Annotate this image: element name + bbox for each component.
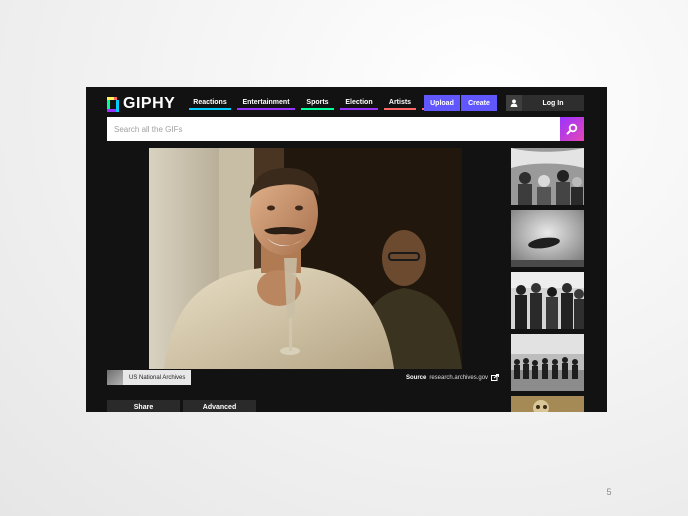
related-gif-thumbnail[interactable] bbox=[511, 334, 584, 391]
source-link[interactable]: Source research.archives.gov bbox=[406, 374, 500, 381]
search-icon bbox=[566, 123, 578, 135]
related-gif-image bbox=[511, 396, 584, 412]
search-bar bbox=[107, 117, 584, 141]
related-gif-image bbox=[511, 148, 584, 205]
related-gif-image bbox=[511, 210, 584, 267]
related-gif-thumbnail[interactable] bbox=[511, 148, 584, 205]
main-gif-image bbox=[149, 148, 462, 369]
related-gif-thumbnail[interactable] bbox=[511, 396, 584, 412]
related-gif-image bbox=[511, 334, 584, 391]
avatar bbox=[107, 370, 123, 385]
uploader-name: US National Archives bbox=[129, 374, 186, 381]
giphy-logo[interactable]: GIPHY bbox=[107, 95, 175, 113]
nav-item-election[interactable]: Election bbox=[340, 97, 378, 110]
related-gif-thumbnail[interactable] bbox=[511, 272, 584, 329]
browser-screenshot: GIPHY Reactions Entertainment Sports Ele… bbox=[86, 87, 607, 412]
slide-number: 5 bbox=[606, 487, 612, 497]
nav-item-sports[interactable]: Sports bbox=[301, 97, 334, 110]
create-button[interactable]: Create bbox=[461, 95, 497, 111]
user-icon bbox=[506, 95, 522, 111]
related-gif-image bbox=[511, 272, 584, 329]
search-button[interactable] bbox=[560, 117, 584, 141]
nav-item-artists[interactable]: Artists bbox=[384, 97, 416, 110]
giphy-logo-icon bbox=[107, 96, 119, 112]
source-label: Source bbox=[406, 374, 427, 381]
share-button[interactable]: Share bbox=[107, 400, 180, 412]
main-nav: Reactions Entertainment Sports Election … bbox=[189, 97, 438, 110]
upload-button[interactable]: Upload bbox=[424, 95, 460, 111]
uploader-attribution[interactable]: US National Archives bbox=[107, 370, 192, 385]
nav-item-reactions[interactable]: Reactions bbox=[189, 97, 231, 110]
related-gif-thumbnail[interactable] bbox=[511, 210, 584, 267]
login-label: Log In bbox=[542, 99, 564, 107]
login-button[interactable]: Log In bbox=[506, 95, 584, 111]
external-link-icon bbox=[491, 374, 500, 381]
search-input[interactable] bbox=[107, 117, 560, 141]
source-url: research.archives.gov bbox=[429, 374, 489, 381]
related-gifs bbox=[511, 148, 584, 412]
main-gif[interactable] bbox=[149, 148, 462, 369]
logo-text: GIPHY bbox=[123, 95, 176, 112]
advanced-button[interactable]: Advanced bbox=[183, 400, 256, 412]
nav-item-entertainment[interactable]: Entertainment bbox=[237, 97, 295, 110]
